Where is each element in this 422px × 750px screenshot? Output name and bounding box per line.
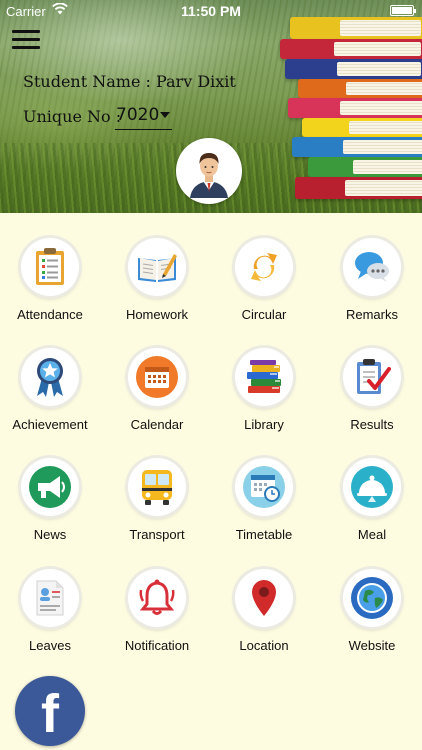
school-bus-icon (128, 458, 186, 516)
tile-library[interactable]: Library (214, 348, 314, 448)
open-book-pencil-icon (128, 238, 186, 296)
tile-label: Achievement (12, 417, 88, 432)
hamburger-menu-icon[interactable] (12, 30, 40, 52)
medal-ribbon-icon (21, 348, 79, 406)
unique-no-dropdown[interactable]: 7020 (115, 104, 172, 130)
tile-calendar[interactable]: Calendar (107, 348, 207, 448)
megaphone-icon (21, 458, 79, 516)
globe-icon (343, 569, 401, 627)
tile-transport[interactable]: Transport (107, 458, 207, 558)
tile-achievement[interactable]: Achievement (0, 348, 100, 448)
tile-location[interactable]: Location (214, 569, 314, 669)
tile-meal[interactable]: Meal (322, 458, 422, 558)
tile-label: Attendance (17, 307, 83, 322)
avatar[interactable] (176, 138, 242, 204)
calendar-icon (128, 348, 186, 406)
tile-label: Transport (129, 527, 185, 542)
student-name: Student Name : Parv Dixit (23, 72, 236, 91)
tile-results[interactable]: Results (322, 348, 422, 448)
clipboard-checklist-icon (21, 238, 79, 296)
circular-arrows-icon (235, 238, 293, 296)
tile-timetable[interactable]: Timetable (214, 458, 314, 558)
results-clipboard-icon (343, 348, 401, 406)
tile-label: Leaves (29, 638, 71, 653)
book-stack-icon (235, 348, 293, 406)
tile-leaves[interactable]: Leaves (0, 569, 100, 669)
tile-label: Homework (125, 307, 189, 322)
tile-notification[interactable]: Notification (107, 569, 207, 669)
tile-circular[interactable]: Circular (214, 238, 314, 338)
clock: 11:50 PM (181, 3, 241, 19)
tile-label: Notification (124, 638, 190, 653)
tile-label: Timetable (235, 527, 293, 542)
tile-label: News (33, 527, 67, 542)
tile-homework[interactable]: Homework (107, 238, 207, 338)
unique-no-label: Unique No : (23, 107, 122, 126)
chevron-down-icon (160, 112, 170, 118)
tile-label: Calendar (130, 417, 184, 432)
bell-icon (128, 569, 186, 627)
speech-bubble-icon (343, 238, 401, 296)
facebook-icon[interactable]: f (15, 676, 85, 746)
tile-label: Results (350, 417, 394, 432)
tile-remarks[interactable]: Remarks (322, 238, 422, 338)
tile-label: Location (239, 638, 289, 653)
tile-attendance[interactable]: Attendance (0, 238, 100, 338)
tile-news[interactable]: News (0, 458, 100, 558)
tile-label: Circular (241, 307, 287, 322)
books-illustration (280, 12, 422, 202)
leave-form-icon (21, 569, 79, 627)
tile-website[interactable]: Website (322, 569, 422, 669)
facebook-logo: f (41, 684, 59, 744)
tile-label: Website (348, 638, 396, 653)
battery-icon (390, 5, 416, 16)
calendar-clock-icon (235, 458, 293, 516)
unique-no-value: 7020 (116, 105, 160, 125)
status-bar: Carrier 11:50 PM (0, 0, 422, 22)
tile-label: Meal (357, 527, 387, 542)
food-cloche-icon (343, 458, 401, 516)
tile-label: Library (244, 417, 284, 432)
tile-label: Remarks (345, 307, 398, 322)
map-pin-icon (235, 569, 293, 627)
student-avatar-icon (190, 153, 228, 198)
